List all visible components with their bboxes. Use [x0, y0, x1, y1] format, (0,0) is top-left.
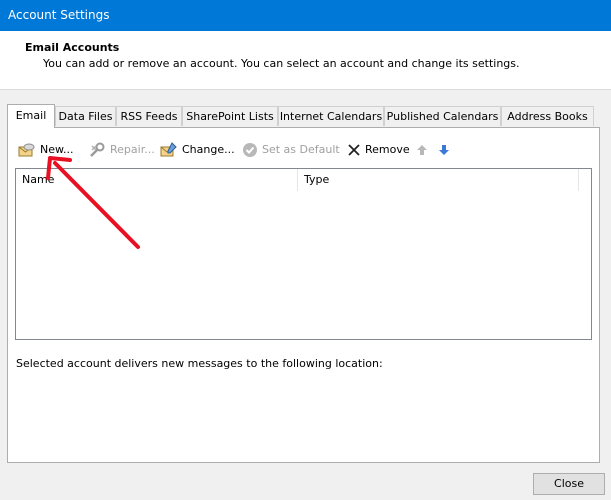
- window-title: Account Settings: [8, 8, 110, 22]
- close-button[interactable]: Close: [533, 473, 605, 495]
- header-title: Email Accounts: [25, 41, 120, 54]
- new-button[interactable]: New...: [18, 140, 73, 160]
- change-button[interactable]: Change...: [160, 140, 235, 160]
- arrow-up-icon: [416, 143, 428, 157]
- remove-button[interactable]: Remove: [347, 140, 410, 160]
- list-header: Name Type: [16, 169, 591, 191]
- new-button-label: New...: [40, 143, 74, 156]
- tab-address-books[interactable]: Address Books: [501, 106, 594, 126]
- set-as-default-button[interactable]: Set as Default: [242, 140, 340, 160]
- check-circle-icon: [242, 142, 258, 158]
- change-account-icon: [160, 142, 178, 158]
- accounts-list[interactable]: Name Type: [15, 168, 592, 340]
- wrench-icon: [88, 142, 106, 158]
- x-icon: [347, 143, 361, 157]
- tab-published-calendars[interactable]: Published Calendars: [384, 106, 501, 126]
- move-up-button[interactable]: [416, 140, 428, 160]
- tab-rss-feeds[interactable]: RSS Feeds: [116, 106, 182, 126]
- email-tab-panel: New... Repair... Change... Set as Defaul…: [7, 127, 600, 463]
- remove-button-label: Remove: [365, 143, 410, 156]
- tab-data-files[interactable]: Data Files: [55, 106, 116, 126]
- title-bar: Account Settings: [0, 0, 611, 31]
- tab-internet-calendars[interactable]: Internet Calendars: [278, 106, 384, 126]
- change-button-label: Change...: [182, 143, 235, 156]
- set-as-default-label: Set as Default: [262, 143, 340, 156]
- column-header-name[interactable]: Name: [16, 169, 298, 191]
- move-down-button[interactable]: [438, 140, 450, 160]
- column-header-type[interactable]: Type: [298, 169, 579, 191]
- arrow-down-icon: [438, 143, 450, 157]
- tab-email[interactable]: Email: [7, 104, 55, 128]
- header-panel: Email Accounts You can add or remove an …: [0, 31, 611, 90]
- delivery-location-label: Selected account delivers new messages t…: [16, 357, 383, 370]
- mailbox-icon: [18, 142, 36, 158]
- header-subtitle: You can add or remove an account. You ca…: [43, 57, 520, 70]
- tab-sharepoint-lists[interactable]: SharePoint Lists: [182, 106, 278, 126]
- repair-button-label: Repair...: [110, 143, 155, 156]
- repair-button[interactable]: Repair...: [88, 140, 155, 160]
